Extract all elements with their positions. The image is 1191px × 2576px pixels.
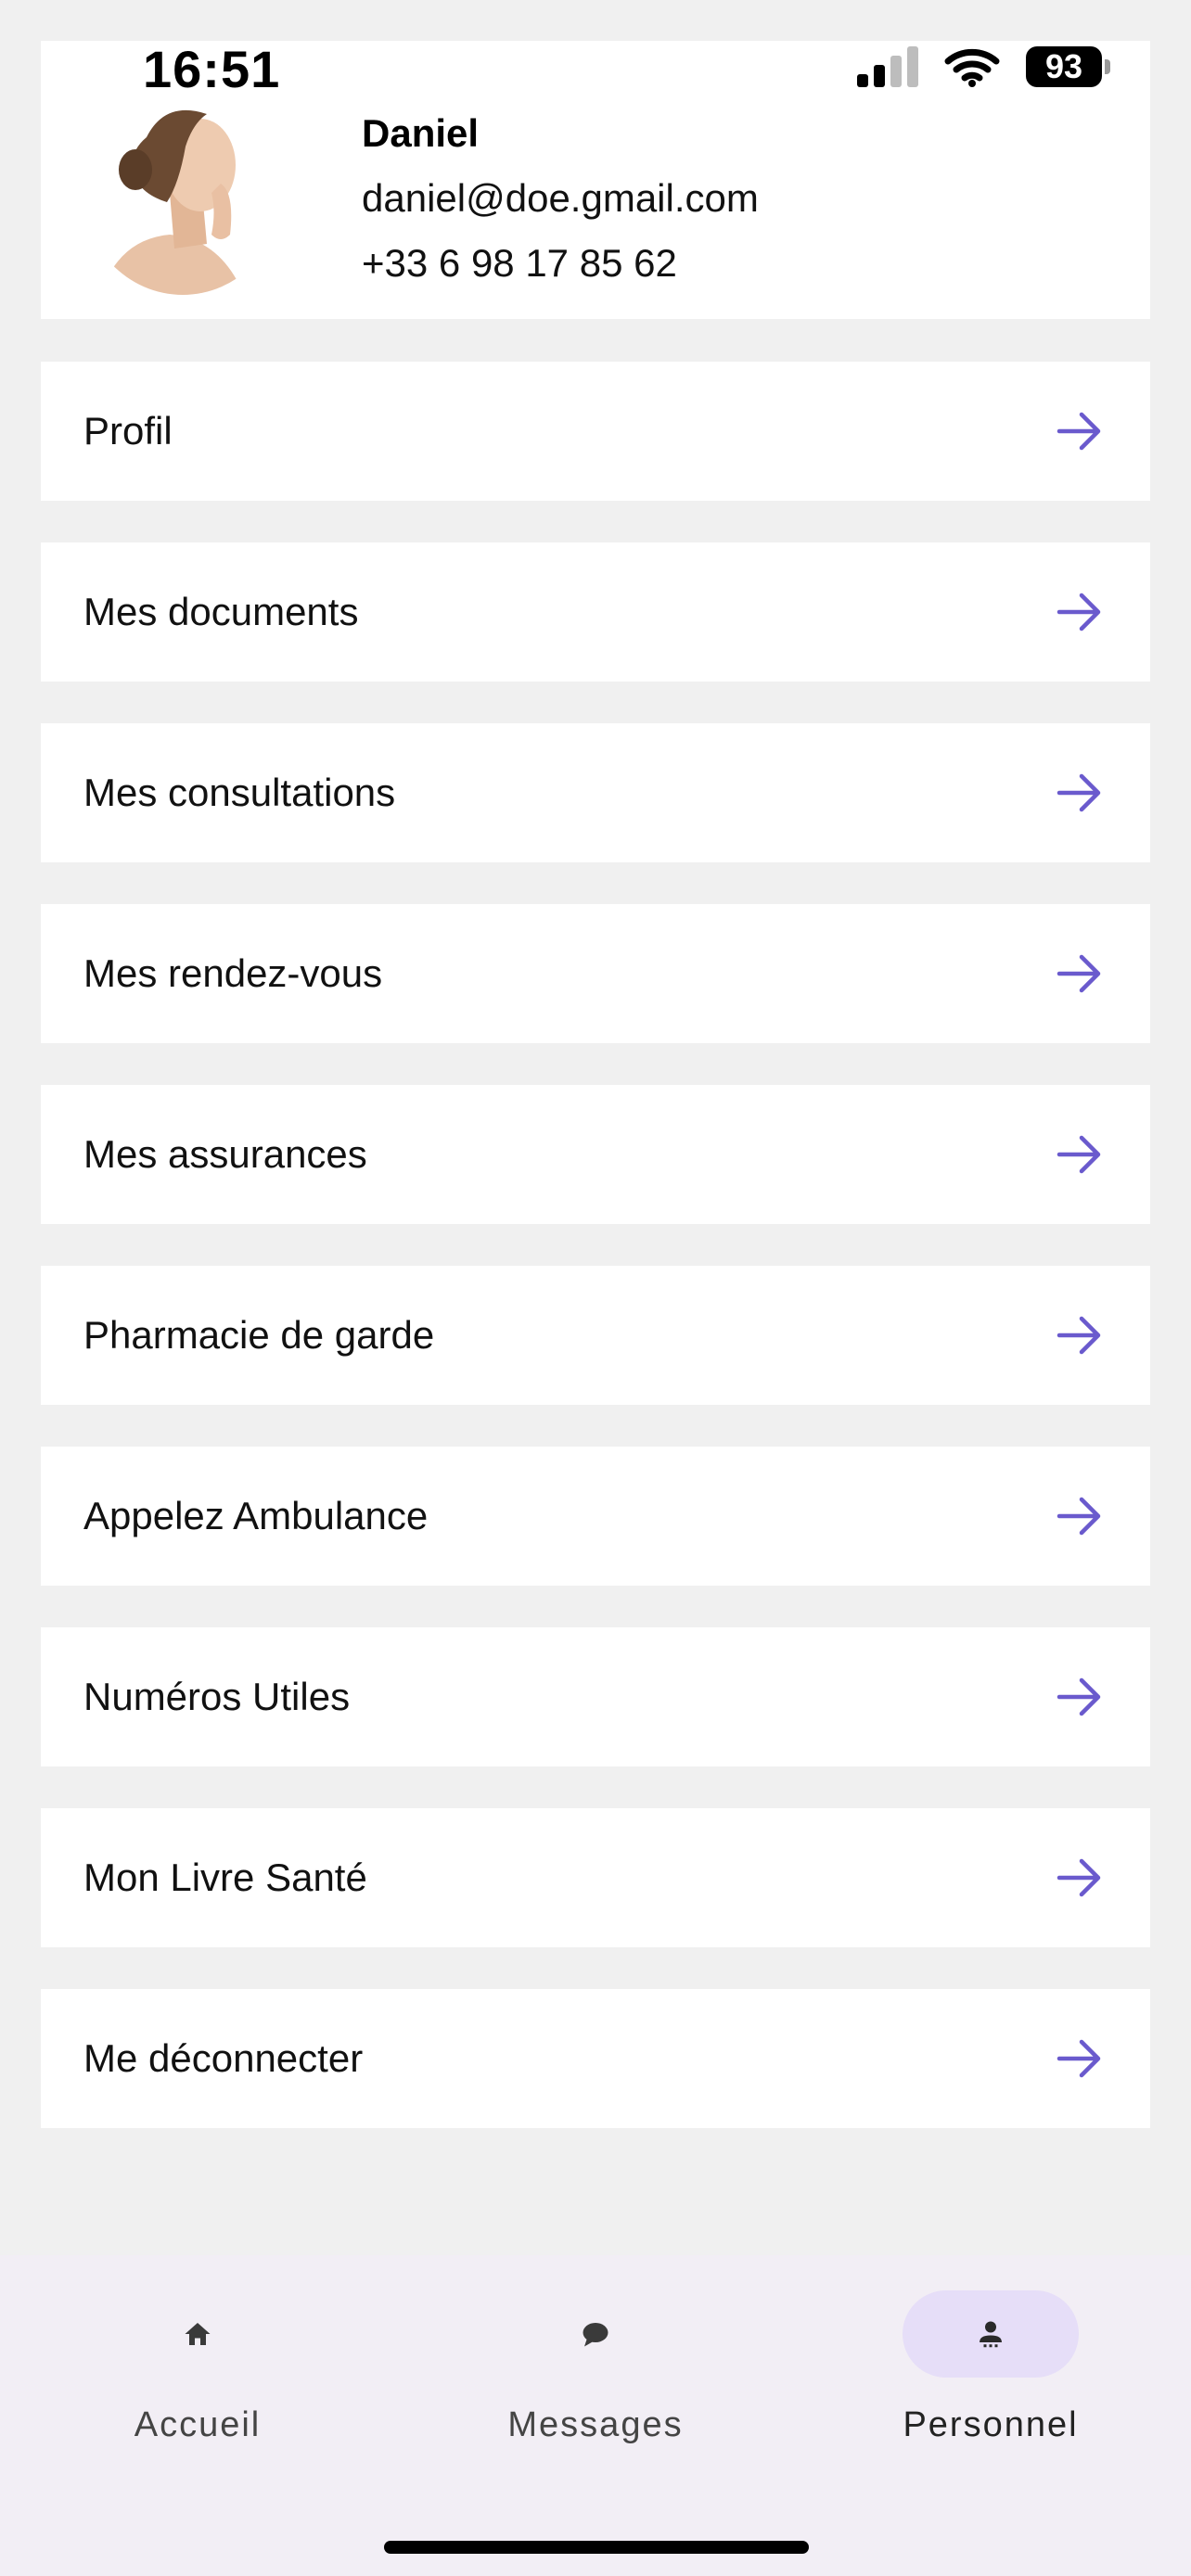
tab-label: Personnel	[903, 2405, 1079, 2444]
arrow-right-icon	[1057, 593, 1101, 631]
menu-item-me-deconnecter[interactable]: Me déconnecter	[41, 1989, 1150, 2128]
menu-item-label: Mes consultations	[83, 771, 396, 814]
battery-icon: 93	[1026, 46, 1110, 87]
menu-item-numeros-utiles[interactable]: Numéros Utiles	[41, 1627, 1150, 1766]
menu-item-mes-assurances[interactable]: Mes assurances	[41, 1085, 1150, 1224]
wifi-icon	[944, 48, 1000, 87]
tab-label: Messages	[507, 2405, 684, 2444]
menu-item-mon-livre-sante[interactable]: Mon Livre Santé	[41, 1808, 1150, 1947]
profile-email: daniel@doe.gmail.com	[362, 176, 759, 220]
chat-bubble-icon	[583, 2323, 608, 2347]
arrow-right-icon	[1057, 2039, 1101, 2078]
home-icon	[185, 2323, 211, 2345]
menu-item-label: Mes documents	[83, 590, 359, 633]
arrow-right-icon	[1057, 1858, 1101, 1897]
profile-info: Daniel daniel@doe.gmail.com +33 6 98 17 …	[362, 111, 759, 306]
home-indicator[interactable]	[384, 2541, 809, 2554]
menu-item-mes-rendez-vous[interactable]: Mes rendez-vous	[41, 904, 1150, 1043]
cellular-signal-icon	[857, 46, 918, 87]
menu-item-label: Mes rendez-vous	[83, 951, 383, 995]
arrow-right-icon	[1057, 1497, 1101, 1536]
menu-item-label: Pharmacie de garde	[83, 1313, 435, 1357]
bottom-nav: Accueil Messages Personnel	[0, 2255, 1191, 2576]
tab-label: Accueil	[134, 2405, 262, 2444]
arrow-right-icon	[1057, 773, 1101, 812]
status-time: 16:51	[143, 40, 281, 98]
tab-personnel[interactable]: Personnel	[852, 2290, 1130, 2476]
tab-messages[interactable]: Messages	[456, 2290, 735, 2476]
menu-item-label: Mon Livre Santé	[83, 1855, 367, 1899]
arrow-right-icon	[1057, 1677, 1101, 1716]
tab-accueil[interactable]: Accueil	[58, 2290, 337, 2476]
menu-item-label: Profil	[83, 409, 173, 453]
menu-item-label: Me déconnecter	[83, 2036, 364, 2080]
menu-item-label: Appelez Ambulance	[83, 1494, 429, 1537]
tab-pill	[109, 2290, 286, 2378]
status-icons: 93	[857, 46, 1110, 87]
battery-level: 93	[1044, 47, 1083, 85]
arrow-right-icon	[1057, 412, 1101, 451]
menu-item-mes-consultations[interactable]: Mes consultations	[41, 723, 1150, 862]
profile-phone: +33 6 98 17 85 62	[362, 241, 677, 285]
menu-item-appelez-ambulance[interactable]: Appelez Ambulance	[41, 1447, 1150, 1586]
menu-item-profil[interactable]: Profil	[41, 362, 1150, 501]
arrow-right-icon	[1057, 954, 1101, 993]
menu-item-label: Mes assurances	[83, 1132, 367, 1176]
arrow-right-icon	[1057, 1135, 1101, 1174]
person-icon	[980, 2321, 1002, 2348]
arrow-right-icon	[1057, 1316, 1101, 1355]
menu-list: Profil Mes documents Mes consultations M…	[41, 362, 1150, 2170]
menu-item-mes-documents[interactable]: Mes documents	[41, 542, 1150, 682]
status-bar: 16:51 93	[0, 0, 1191, 139]
menu-item-label: Numéros Utiles	[83, 1675, 351, 1718]
tab-pill	[507, 2290, 684, 2378]
tab-pill-active	[903, 2290, 1079, 2378]
menu-item-pharmacie-de-garde[interactable]: Pharmacie de garde	[41, 1266, 1150, 1405]
screen: 16:51 93 Daniel daniel@doe.gmail.com +33…	[0, 0, 1191, 2576]
